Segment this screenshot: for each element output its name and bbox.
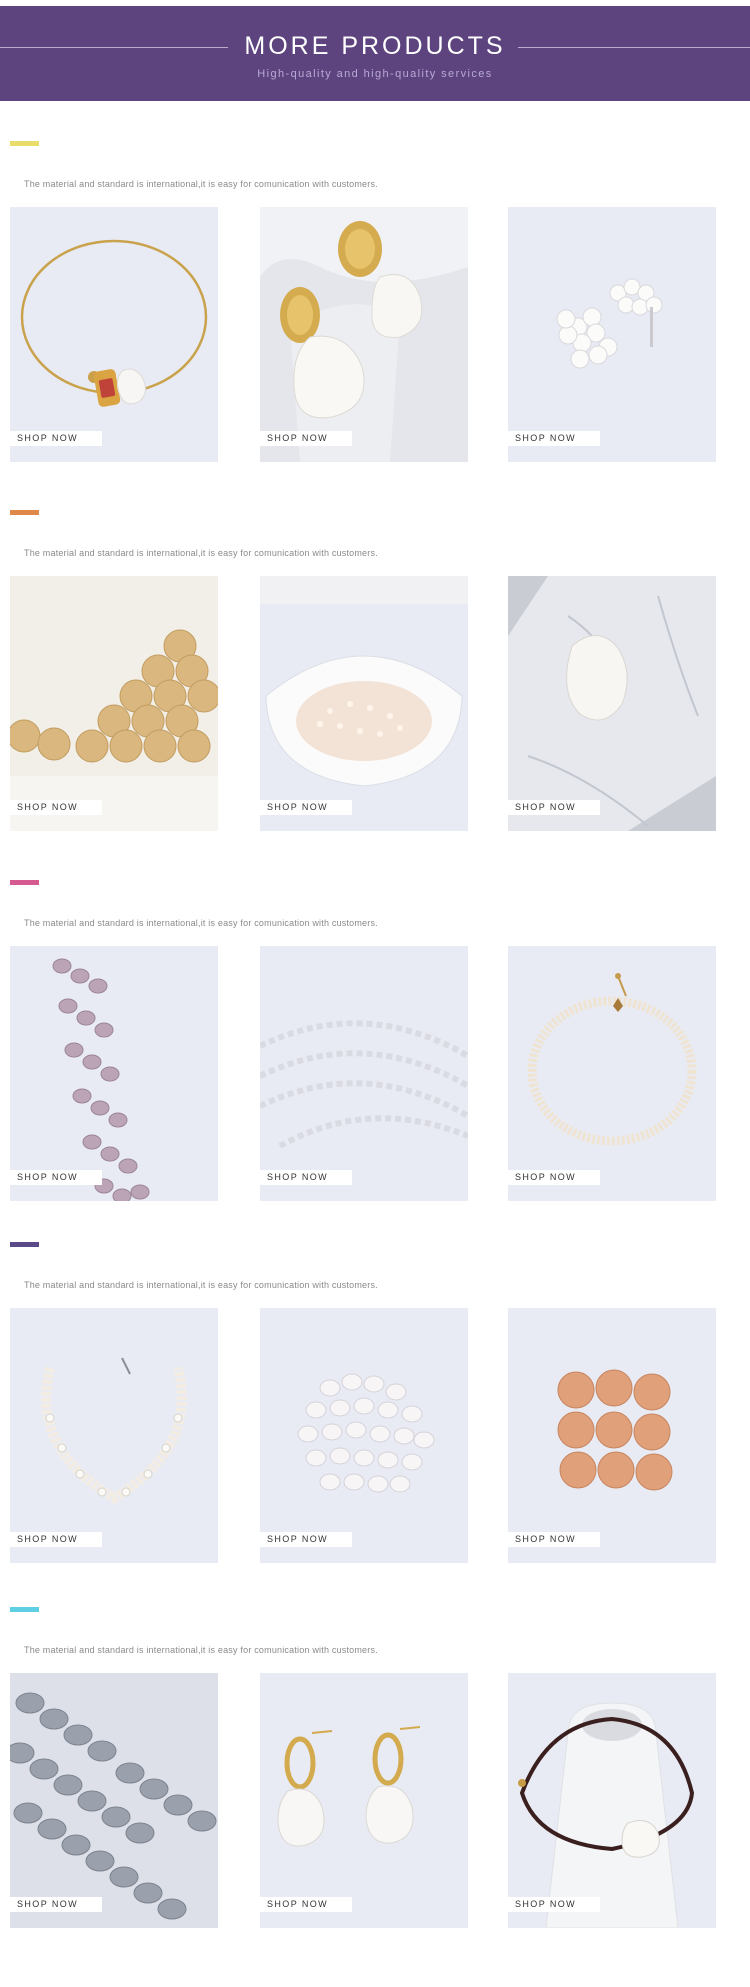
golden-round-pearls-image xyxy=(10,576,218,831)
page-title: MORE PRODUCTS xyxy=(244,32,506,60)
product-card[interactable]: SHOP NOW xyxy=(260,1308,468,1563)
shop-now-button[interactable]: SHOP NOW xyxy=(10,1897,102,1912)
product-card[interactable]: SHOP NOW xyxy=(10,946,218,1201)
white-coin-pearls-pile-image xyxy=(260,1308,468,1563)
seed-pearls-in-shell-dish-image xyxy=(260,576,468,831)
product-card[interactable]: SHOP NOW xyxy=(10,576,218,831)
product-card[interactable]: SHOP NOW xyxy=(508,946,716,1201)
shop-now-button[interactable]: SHOP NOW xyxy=(10,800,102,815)
single-baroque-pearl-on-marble-image xyxy=(508,576,716,831)
shop-now-button[interactable]: SHOP NOW xyxy=(508,1897,600,1912)
shop-now-button[interactable]: SHOP NOW xyxy=(260,800,352,815)
shop-now-button[interactable]: SHOP NOW xyxy=(508,1532,600,1547)
shop-now-button[interactable]: SHOP NOW xyxy=(508,431,600,446)
section-description: The material and standard is internation… xyxy=(24,179,378,189)
product-card[interactable]: SHOP NOW xyxy=(508,207,716,462)
shop-now-button[interactable]: SHOP NOW xyxy=(260,431,352,446)
product-card[interactable]: SHOP NOW xyxy=(10,1308,218,1563)
section-description: The material and standard is internation… xyxy=(24,548,378,558)
section-accent-bar xyxy=(10,141,39,146)
product-card[interactable]: SHOP NOW xyxy=(260,946,468,1201)
seed-pearl-woven-necklace-image xyxy=(508,946,716,1201)
product-card[interactable]: SHOP NOW xyxy=(260,576,468,831)
shop-now-button[interactable]: SHOP NOW xyxy=(508,1170,600,1185)
section-description: The material and standard is internation… xyxy=(24,1280,378,1290)
section-description: The material and standard is internation… xyxy=(24,918,378,928)
product-section-5: The material and standard is internation… xyxy=(0,1607,750,1933)
product-section-2: The material and standard is internation… xyxy=(0,510,750,836)
pearl-collar-necklace-image xyxy=(10,1308,218,1563)
section-accent-bar xyxy=(10,510,39,515)
product-card[interactable]: SHOP NOW xyxy=(260,1673,468,1928)
header-banner: MORE PRODUCTS High-quality and high-qual… xyxy=(0,6,750,101)
section-accent-bar xyxy=(10,1242,39,1247)
product-card[interactable]: SHOP NOW xyxy=(508,1673,716,1928)
product-section-4: The material and standard is internation… xyxy=(0,1242,750,1568)
shop-now-button[interactable]: SHOP NOW xyxy=(260,1532,352,1547)
shop-now-button[interactable]: SHOP NOW xyxy=(260,1170,352,1185)
white-keshi-pearl-strands-image xyxy=(260,946,468,1201)
shop-now-button[interactable]: SHOP NOW xyxy=(10,1532,102,1547)
shop-now-button[interactable]: SHOP NOW xyxy=(260,1897,352,1912)
cord-bracelet-baroque-pearl-on-vase-image xyxy=(508,1673,716,1928)
shop-now-button[interactable]: SHOP NOW xyxy=(508,800,600,815)
product-section-1: The material and standard is internation… xyxy=(0,141,750,467)
lavender-coin-pearl-strands-image xyxy=(10,946,218,1201)
product-card[interactable]: SHOP NOW xyxy=(508,576,716,831)
section-description: The material and standard is internation… xyxy=(24,1645,378,1655)
peach-coin-pearls-grid-image xyxy=(508,1308,716,1563)
section-accent-bar xyxy=(10,1607,39,1612)
gold-bangle-with-baroque-pearl-image xyxy=(10,207,218,462)
product-card[interactable]: SHOP NOW xyxy=(260,207,468,462)
product-card[interactable]: SHOP NOW xyxy=(10,1673,218,1928)
page-subtitle: High-quality and high-quality services xyxy=(257,68,493,80)
section-accent-bar xyxy=(10,880,39,885)
gold-stud-baroque-pearl-earrings-image xyxy=(260,207,468,462)
product-card[interactable]: SHOP NOW xyxy=(10,207,218,462)
product-card[interactable]: SHOP NOW xyxy=(508,1308,716,1563)
product-section-3: The material and standard is internation… xyxy=(0,880,750,1206)
gold-hoop-baroque-pearl-drop-earrings-image xyxy=(260,1673,468,1928)
shop-now-button[interactable]: SHOP NOW xyxy=(10,1170,102,1185)
shop-now-button[interactable]: SHOP NOW xyxy=(10,431,102,446)
grey-baroque-pearl-strands-image xyxy=(10,1673,218,1928)
pearl-flower-stud-earrings-image xyxy=(508,207,716,462)
